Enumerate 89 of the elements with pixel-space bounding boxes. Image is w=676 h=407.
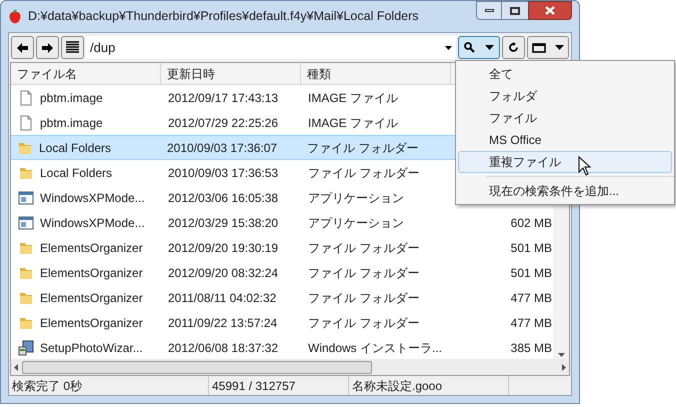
file-row[interactable]: WindowsXPMode... 2012/03/29 15:38:20 アプリケーション 602 MB bbox=[11, 210, 553, 235]
list-button[interactable] bbox=[61, 36, 84, 59]
status-text: 名称未設定.gooo bbox=[352, 378, 442, 394]
table-cell-text: IMAGE ファイル bbox=[308, 90, 398, 106]
table-cell-text: IMAGE ファイル bbox=[308, 114, 398, 132]
refresh-icon bbox=[508, 42, 519, 53]
scroll-thumb[interactable] bbox=[22, 360, 372, 374]
menu-item[interactable]: 重複ファイル bbox=[458, 151, 672, 173]
table-cell-text: 2012/06/08 18:37:32 bbox=[168, 340, 278, 356]
lines-icon bbox=[66, 41, 79, 54]
table-cell-text: アプリケーション bbox=[308, 190, 404, 206]
table-cell-text: ファイル フォルダー bbox=[308, 264, 420, 282]
table-cell-text: ファイル フォルダー bbox=[308, 290, 420, 306]
status-text: 45991 / 312757 bbox=[212, 378, 296, 394]
menu-item[interactable]: 現在の検索条件を追加... bbox=[458, 180, 672, 202]
table-cell-text: ファイル フォルダー bbox=[308, 164, 420, 182]
installer-icon bbox=[18, 340, 34, 356]
table-cell-text: 2012/03/06 16:05:38 bbox=[168, 190, 278, 206]
table-cell-text: 602 MB bbox=[510, 214, 552, 232]
table-cell-text: WindowsXPMode... bbox=[40, 190, 145, 206]
table-cell-text: ElementsOrganizer bbox=[40, 290, 143, 306]
table-cell-text: ファイル フォルダー bbox=[308, 314, 420, 332]
table-cell-text: 2012/09/17 17:43:13 bbox=[168, 90, 278, 106]
minimize-button[interactable] bbox=[476, 1, 502, 20]
table-cell-text: Windows インストーラ... bbox=[308, 340, 442, 356]
table-cell-text: 2010/09/03 17:36:07 bbox=[167, 140, 278, 156]
table-cell-text: pbtm.image bbox=[40, 90, 103, 106]
table-cell-text: 2012/09/20 19:30:19 bbox=[168, 240, 278, 256]
window-icon bbox=[18, 190, 34, 206]
menu-item[interactable]: ファイル bbox=[458, 107, 672, 129]
right-arrow-icon bbox=[562, 364, 566, 370]
column-header[interactable]: ファイル名 bbox=[17, 64, 77, 82]
file-row[interactable]: ElementsOrganizer 2011/08/11 04:02:32 ファイル フォルダー 477 MB bbox=[11, 285, 553, 310]
table-cell-text: 477 MB bbox=[510, 314, 552, 332]
left-arrow-icon bbox=[14, 364, 18, 370]
table-cell-text: 477 MB bbox=[510, 290, 552, 306]
refresh-button[interactable] bbox=[502, 36, 525, 59]
table-cell-text: 2010/09/03 17:36:53 bbox=[168, 164, 278, 182]
table-cell-text: pbtm.image bbox=[40, 114, 103, 132]
path-field[interactable]: /dup bbox=[86, 36, 456, 59]
status-text: 検索完了 0秒 bbox=[12, 378, 82, 394]
table-cell-text: ElementsOrganizer bbox=[40, 264, 143, 282]
column-header[interactable]: 更新日時 bbox=[167, 64, 215, 82]
table-cell-text: WindowsXPMode... bbox=[40, 214, 145, 232]
close-button[interactable] bbox=[528, 1, 572, 20]
menu-item[interactable]: 全て bbox=[458, 63, 672, 85]
table-cell-text: 2012/03/29 15:38:20 bbox=[168, 214, 278, 232]
close-icon bbox=[545, 6, 555, 15]
table-cell-text: 385 MB bbox=[510, 340, 552, 356]
table-cell-text: 501 MB bbox=[510, 264, 552, 282]
table-cell-text: SetupPhotoWizar... bbox=[40, 340, 143, 356]
file-icon bbox=[18, 114, 34, 130]
file-row[interactable]: ElementsOrganizer 2012/09/20 08:32:24 ファイル フォルダー 501 MB bbox=[11, 260, 553, 285]
window-title: D:¥data¥backup¥Thunderbird¥Profiles¥default.f4y¥Mail¥Local Folders bbox=[28, 8, 419, 26]
left-arrow-icon bbox=[17, 42, 28, 52]
horizontal-scrollbar[interactable] bbox=[11, 359, 569, 375]
dropdown-icon bbox=[445, 46, 452, 50]
search-icon bbox=[464, 42, 475, 53]
file-icon bbox=[18, 90, 34, 106]
table-cell-text: 2012/09/20 08:32:24 bbox=[168, 264, 278, 282]
forward-button[interactable] bbox=[36, 36, 59, 59]
column-header[interactable]: 種類 bbox=[307, 64, 331, 82]
view-button[interactable] bbox=[527, 36, 569, 59]
table-cell-text: 501 MB bbox=[510, 240, 552, 256]
table-cell-text: ファイル フォルダー bbox=[308, 240, 420, 256]
table-cell-text: ElementsOrganizer bbox=[40, 240, 143, 256]
table-cell-text: 2011/09/22 13:57:24 bbox=[168, 314, 278, 332]
table-cell-text: ElementsOrganizer bbox=[40, 314, 143, 332]
table-cell-text: アプリケーション bbox=[308, 214, 404, 232]
table-cell-text: ファイル フォルダー bbox=[307, 140, 418, 156]
search-button[interactable] bbox=[458, 36, 500, 59]
mouse-pointer-icon bbox=[578, 156, 591, 176]
file-row[interactable]: ElementsOrganizer 2011/09/22 13:57:24 ファイル フォルダー 477 MB bbox=[11, 310, 553, 335]
table-cell-text: Local Folders bbox=[39, 140, 112, 156]
down-arrow-icon bbox=[558, 353, 564, 357]
file-row[interactable]: ElementsOrganizer 2012/09/20 19:30:19 ファイル フォルダー 501 MB bbox=[11, 235, 553, 260]
window-icon bbox=[532, 42, 546, 52]
caret-icon bbox=[485, 45, 494, 50]
right-arrow-icon bbox=[42, 42, 53, 52]
menu-item[interactable]: フォルダ bbox=[458, 85, 672, 107]
table-cell-text: Local Folders bbox=[40, 164, 112, 182]
back-button[interactable] bbox=[11, 36, 34, 59]
strawberry-icon bbox=[8, 8, 22, 24]
window-icon bbox=[18, 214, 34, 230]
file-row[interactable]: SetupPhotoWizar... 2012/06/08 18:37:32 Windows インストーラ... 385 MB bbox=[11, 335, 553, 359]
maximize-button[interactable] bbox=[502, 1, 528, 20]
table-cell-text: 2011/08/11 04:02:32 bbox=[168, 290, 276, 306]
caret-icon bbox=[554, 45, 564, 50]
table-cell-text: 2012/07/29 22:25:26 bbox=[168, 114, 278, 132]
